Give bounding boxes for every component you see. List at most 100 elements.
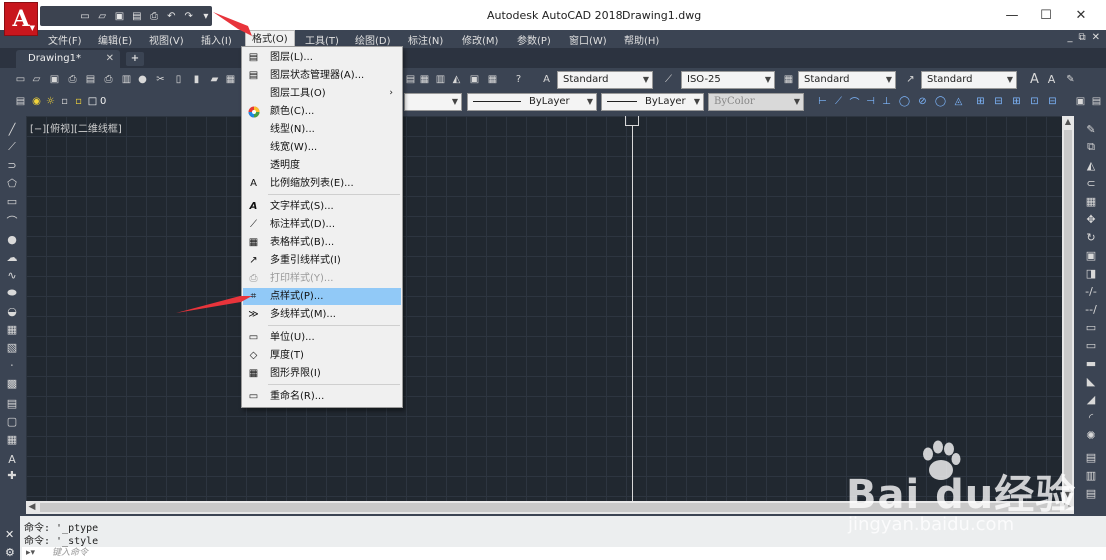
join-icon[interactable]: ▬: [1084, 356, 1098, 370]
quick-dim-icon[interactable]: ◬: [952, 95, 965, 108]
menu-parametric[interactable]: 参数(P): [517, 32, 551, 47]
arc-length-icon[interactable]: ⌒: [848, 95, 861, 109]
scale-icon[interactable]: ▣: [1084, 248, 1098, 262]
erase-icon[interactable]: ✎: [1084, 122, 1098, 136]
layer-select[interactable]: ▼: [404, 93, 462, 111]
open-folder-icon[interactable]: ▱: [96, 9, 108, 23]
continue-dim-icon[interactable]: ⊟: [992, 95, 1005, 108]
menu-item-thickness[interactable]: ◇ 厚度(T): [243, 347, 401, 364]
fillet-icon[interactable]: ◢: [1084, 392, 1098, 406]
properties-icon[interactable]: ▤: [404, 73, 417, 86]
menu-tools[interactable]: 工具(T): [305, 32, 339, 47]
menu-item-dim-style[interactable]: ⟋ 标注样式(D)...: [243, 216, 401, 233]
menu-item-scale-list[interactable]: A 比例缩放列表(E)...: [243, 175, 401, 192]
scroll-left-icon[interactable]: ◀: [26, 501, 38, 514]
menu-view[interactable]: 视图(V): [149, 32, 184, 47]
radius-dim-icon[interactable]: ⊥: [880, 95, 893, 108]
close-icon[interactable]: ✕: [106, 50, 114, 68]
array-icon[interactable]: ▦: [1084, 194, 1098, 208]
ellipse-arc-icon[interactable]: ◒: [5, 304, 19, 318]
command-prompt-icon[interactable]: ▸▾: [26, 547, 35, 560]
table-style-icon[interactable]: ▦: [782, 73, 795, 86]
menu-item-mleader-style[interactable]: ↗ 多重引线样式(I): [243, 252, 401, 269]
text-style-icon[interactable]: A: [540, 73, 553, 86]
block-editor-icon[interactable]: ▦: [224, 73, 237, 86]
undo-icon[interactable]: ↶: [165, 9, 177, 23]
stretch-icon[interactable]: ◨: [1084, 266, 1098, 280]
menu-item-lineweight[interactable]: 线宽(W)...: [243, 139, 401, 156]
menu-item-linetype[interactable]: 线型(N)...: [243, 121, 401, 138]
circle-icon[interactable]: ●: [5, 232, 19, 246]
menu-item-layer-state-manager[interactable]: ▤ 图层状态管理器(A)...: [243, 67, 401, 84]
break-at-point-icon[interactable]: ▭: [1084, 320, 1098, 334]
rotate-icon[interactable]: ↻: [1084, 230, 1098, 244]
spline-icon[interactable]: ∿: [5, 268, 19, 282]
paste-icon[interactable]: ▮: [190, 73, 203, 86]
angular-dim-icon[interactable]: ◯: [934, 95, 947, 108]
rectangle-icon[interactable]: ▭: [5, 194, 19, 208]
annotation-visibility-icon[interactable]: ✎: [1064, 73, 1077, 86]
3d-print-icon[interactable]: ▥: [120, 73, 133, 86]
markup-icon[interactable]: ▣: [468, 73, 481, 86]
menu-item-drawing-limits[interactable]: ▦ 图形界限(I): [243, 365, 401, 382]
online-icon[interactable]: ●: [136, 73, 149, 86]
move-icon[interactable]: ✥: [1084, 212, 1098, 226]
preview-icon[interactable]: ▤: [84, 73, 97, 86]
offset-icon[interactable]: ⊂: [1084, 176, 1098, 190]
save-icon[interactable]: ▣: [113, 9, 125, 23]
revision-cloud-icon[interactable]: ☁: [5, 250, 19, 264]
redo-icon[interactable]: ↷: [183, 9, 195, 23]
annotative-a-small-icon[interactable]: A: [1045, 73, 1058, 86]
menu-file[interactable]: 文件(F): [48, 32, 82, 47]
mtext-icon[interactable]: A: [5, 452, 19, 466]
dim-style-icon[interactable]: ⟋: [662, 73, 675, 86]
menu-insert[interactable]: 插入(I): [201, 32, 232, 47]
save-icon[interactable]: ▣: [48, 73, 61, 86]
dim-break-icon[interactable]: ⊡: [1028, 95, 1041, 108]
mdi-minimize-button[interactable]: _: [1067, 32, 1072, 43]
menu-item-units[interactable]: ▭ 单位(U)...: [243, 329, 401, 346]
wrench-icon[interactable]: ⚙: [5, 546, 15, 559]
maximize-button[interactable]: ☐: [1036, 6, 1056, 24]
add-selected-icon[interactable]: ✚: [5, 468, 19, 482]
menu-edit[interactable]: 编辑(E): [98, 32, 132, 47]
mleader-style-select[interactable]: Standard ▼: [921, 71, 1017, 89]
break-icon[interactable]: ▭: [1084, 338, 1098, 352]
menu-item-multiline-style[interactable]: ≫ 多线样式(M)...: [243, 306, 401, 323]
save-as-icon[interactable]: ▤: [131, 9, 143, 23]
jogged-dim-icon[interactable]: ◯: [898, 95, 911, 108]
menu-item-text-style[interactable]: A 文字样式(S)...: [243, 198, 401, 215]
menu-dimension[interactable]: 标注(N): [408, 32, 443, 47]
point-icon[interactable]: ⋅: [5, 358, 19, 372]
close-button[interactable]: ✕: [1071, 6, 1091, 24]
lightbulb-icon[interactable]: ◉: [30, 95, 43, 108]
polyline-icon[interactable]: ⊃: [5, 158, 19, 172]
open-folder-icon[interactable]: ▱: [30, 73, 43, 86]
menu-item-color[interactable]: 颜色(C)...: [243, 103, 401, 120]
cut-icon[interactable]: ✂: [154, 73, 167, 86]
new-file-icon[interactable]: ▭: [79, 9, 91, 23]
mleader-style-icon[interactable]: ↗: [904, 73, 917, 86]
text-style-select[interactable]: Standard ▼: [557, 71, 653, 89]
mdi-restore-button[interactable]: ⧉: [1078, 32, 1085, 43]
menu-item-point-style[interactable]: ⌗ 点样式(P)...: [243, 288, 401, 305]
diameter-dim-icon[interactable]: ⊘: [916, 95, 929, 108]
plotstyle-select[interactable]: ByColor ▼: [708, 93, 804, 111]
menu-window[interactable]: 窗口(W): [569, 32, 607, 47]
arc-icon[interactable]: ⌒: [5, 214, 19, 228]
tolerance-icon[interactable]: ⊟: [1046, 95, 1059, 108]
tab-drawing1[interactable]: Drawing1* ✕: [16, 50, 120, 68]
menu-item-rename[interactable]: ▭ 重命名(R)...: [243, 388, 401, 405]
table-style-select[interactable]: Standard ▼: [798, 71, 896, 89]
annotative-a-icon[interactable]: A: [1028, 72, 1041, 87]
ellipse-icon[interactable]: ⬬: [5, 286, 19, 300]
linear-dim-icon[interactable]: ⊢: [816, 95, 829, 108]
new-file-icon[interactable]: ▭: [14, 73, 27, 86]
viewport-controls[interactable]: [−][俯视][二维线框]: [30, 120, 122, 135]
layer-properties-icon[interactable]: ▤: [14, 95, 27, 108]
menu-item-table-style[interactable]: ▦ 表格样式(B)...: [243, 234, 401, 251]
gradient-icon[interactable]: ▤: [5, 396, 19, 410]
plot-icon[interactable]: ⎙: [66, 73, 79, 86]
copy-icon[interactable]: ▯: [172, 73, 185, 86]
quickcalc-icon[interactable]: ▦: [486, 73, 499, 86]
